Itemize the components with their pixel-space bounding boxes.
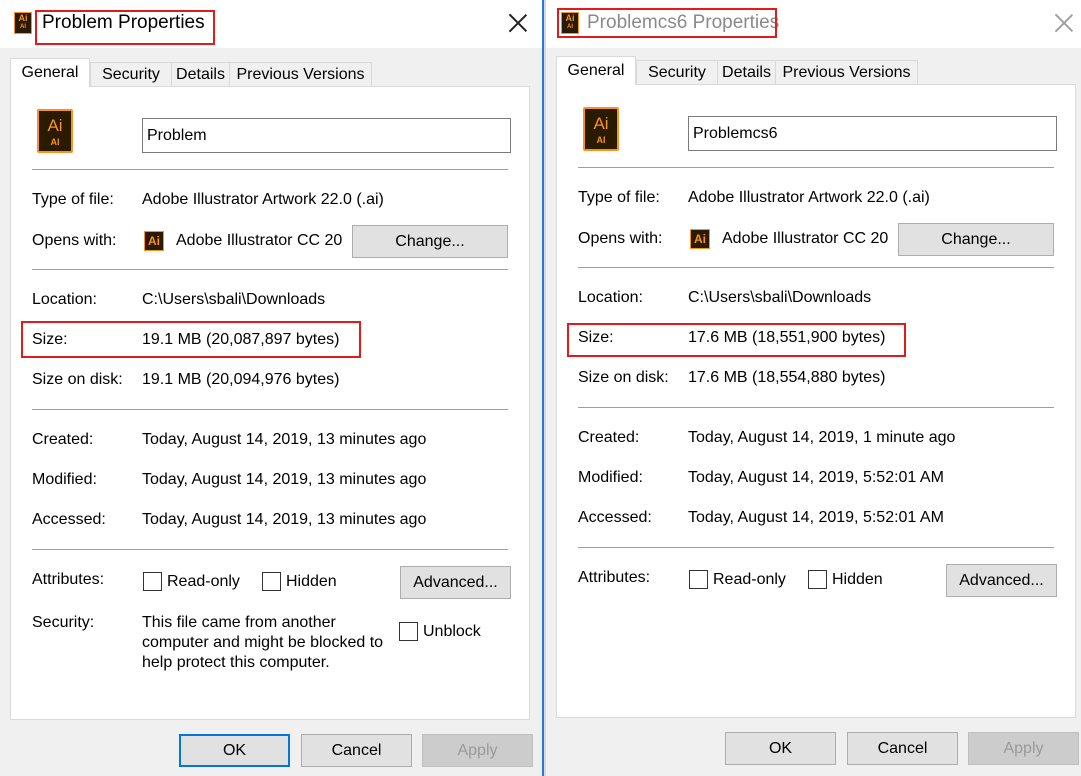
advanced-button[interactable]: Advanced... <box>400 566 511 599</box>
properties-dialog-problemcs6: Ai AI Problemcs6 Properties General Secur… <box>546 0 1081 776</box>
close-icon[interactable] <box>505 10 531 36</box>
hidden-checkbox[interactable] <box>808 570 827 589</box>
opens-with-value: Adobe Illustrator CC 20 <box>176 232 343 249</box>
read-only-label: Read-only <box>713 571 786 588</box>
illustrator-app-icon: Ai <box>144 231 164 251</box>
type-of-file-value: Adobe Illustrator Artwork 22.0 (.ai) <box>142 191 384 208</box>
read-only-checkbox[interactable] <box>689 570 708 589</box>
file-name-input[interactable] <box>142 118 511 153</box>
tab-details[interactable]: Details <box>171 62 230 86</box>
tab-previous-versions[interactable]: Previous Versions <box>775 60 918 84</box>
security-message: This file came from another computer and… <box>142 614 384 671</box>
type-of-file-label: Type of file: <box>32 191 114 208</box>
modified-label: Modified: <box>578 469 643 486</box>
opens-with-value: Adobe Illustrator CC 20 <box>722 230 889 247</box>
separator <box>578 407 1054 408</box>
location-value: C:\Users\sbali\Downloads <box>142 291 326 308</box>
unblock-label: Unblock <box>423 623 481 640</box>
created-label: Created: <box>578 429 640 446</box>
tab-general[interactable]: General <box>556 56 636 85</box>
file-name-input[interactable] <box>688 116 1057 151</box>
separator <box>578 267 1054 268</box>
properties-dialog-problem: Ai AI Problem Properties General Security… <box>0 0 544 776</box>
hidden-label: Hidden <box>832 571 883 588</box>
size-on-disk-value: 17.6 MB (18,554,880 bytes) <box>688 369 886 386</box>
type-of-file-label: Type of file: <box>578 189 660 206</box>
cancel-button[interactable]: Cancel <box>301 734 412 767</box>
type-of-file-value: Adobe Illustrator Artwork 22.0 (.ai) <box>688 189 930 206</box>
separator <box>32 409 508 410</box>
illustrator-file-icon: Ai AI <box>14 12 32 34</box>
created-value: Today, August 14, 2019, 13 minutes ago <box>142 431 427 448</box>
tab-general[interactable]: General <box>10 58 90 87</box>
apply-button[interactable]: Apply <box>422 734 533 767</box>
location-value: C:\Users\sbali\Downloads <box>688 289 872 306</box>
accessed-label: Accessed: <box>578 509 652 526</box>
illustrator-file-icon-large: Ai AI <box>37 109 73 153</box>
opens-with-label: Opens with: <box>578 230 663 247</box>
size-value: 17.6 MB (18,551,900 bytes) <box>688 329 886 346</box>
window-title: Problem Properties <box>42 12 205 33</box>
illustrator-file-icon-large: Ai AI <box>583 107 619 151</box>
separator <box>578 547 1054 548</box>
size-label: Size: <box>578 329 614 346</box>
created-value: Today, August 14, 2019, 1 minute ago <box>688 429 956 446</box>
change-button[interactable]: Change... <box>898 223 1054 256</box>
tab-details[interactable]: Details <box>717 60 776 84</box>
unblock-checkbox[interactable] <box>399 622 418 641</box>
ok-button[interactable]: OK <box>179 734 290 767</box>
advanced-button[interactable]: Advanced... <box>946 564 1057 597</box>
accessed-label: Accessed: <box>32 511 106 528</box>
created-label: Created: <box>32 431 94 448</box>
size-on-disk-label: Size on disk: <box>578 369 669 386</box>
separator <box>578 167 1054 168</box>
tab-security[interactable]: Security <box>90 62 172 86</box>
tab-previous-versions[interactable]: Previous Versions <box>229 62 372 86</box>
size-value: 19.1 MB (20,087,897 bytes) <box>142 331 340 348</box>
security-label: Security: <box>32 614 95 631</box>
separator <box>32 269 508 270</box>
close-icon[interactable] <box>1051 10 1077 36</box>
tab-security[interactable]: Security <box>636 60 718 84</box>
cancel-button[interactable]: Cancel <box>847 732 958 765</box>
separator <box>32 169 508 170</box>
window-title: Problemcs6 Properties <box>587 12 780 33</box>
general-panel: AiAI Type of file: Adobe Illustrator Art… <box>10 86 530 720</box>
read-only-label: Read-only <box>167 573 240 590</box>
read-only-checkbox[interactable] <box>143 572 162 591</box>
attributes-label: Attributes: <box>32 571 105 588</box>
location-label: Location: <box>32 291 97 308</box>
modified-value: Today, August 14, 2019, 5:52:01 AM <box>688 469 944 486</box>
ok-button[interactable]: OK <box>725 732 836 765</box>
change-button[interactable]: Change... <box>352 225 508 258</box>
modified-label: Modified: <box>32 471 97 488</box>
accessed-value: Today, August 14, 2019, 13 minutes ago <box>142 511 427 528</box>
hidden-checkbox[interactable] <box>262 572 281 591</box>
modified-value: Today, August 14, 2019, 13 minutes ago <box>142 471 427 488</box>
attributes-label: Attributes: <box>578 569 651 586</box>
size-label: Size: <box>32 331 68 348</box>
size-on-disk-value: 19.1 MB (20,094,976 bytes) <box>142 371 340 388</box>
title-bar: Ai AI Problem Properties <box>0 0 542 48</box>
location-label: Location: <box>578 289 643 306</box>
general-panel: AiAI Type of file: Adobe Illustrator Art… <box>556 84 1076 718</box>
size-on-disk-label: Size on disk: <box>32 371 123 388</box>
opens-with-label: Opens with: <box>32 232 117 249</box>
illustrator-file-icon: Ai AI <box>561 12 579 34</box>
accessed-value: Today, August 14, 2019, 5:52:01 AM <box>688 509 944 526</box>
hidden-label: Hidden <box>286 573 337 590</box>
title-bar: Ai AI Problemcs6 Properties <box>546 0 1081 48</box>
separator <box>32 549 508 550</box>
apply-button[interactable]: Apply <box>968 732 1079 765</box>
illustrator-app-icon: Ai <box>690 229 710 249</box>
